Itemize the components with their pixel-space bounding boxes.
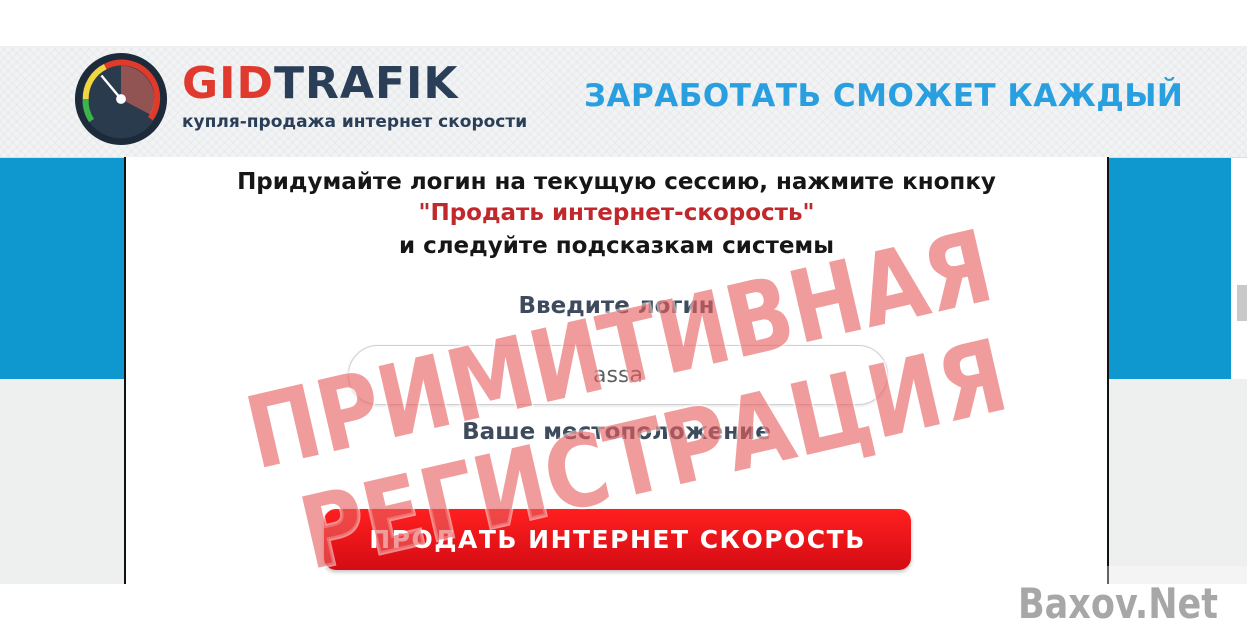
location-label: Ваше местоположение [462,419,771,445]
sell-speed-button[interactable]: ПРОДАТЬ ИНТЕРНЕТ СКОРОСТЬ [324,509,911,570]
right-blue-band [1109,157,1231,379]
registration-panel: Придумайте логин на текущую сессию, нажм… [124,157,1109,584]
instruction-line-1: Придумайте логин на текущую сессию, нажм… [237,169,996,195]
brand-subtitle: купля-продажа интернет скорости [182,112,528,132]
watermark-text: Baxov.Net [1018,579,1218,628]
site-header: GIDTRAFIK купля-продажа интернет скорост… [0,46,1247,158]
scrollbar-thumb[interactable] [1237,285,1247,321]
right-gray-band [1109,379,1247,584]
left-blue-band [0,157,124,379]
instruction-line-2: "Продать интернет-скорость" [418,200,815,226]
brand-name-gid: GID [182,58,275,109]
instruction-line-3: и следуйте подсказкам системы [398,233,835,259]
brand-name[interactable]: GIDTRAFIK [182,62,459,106]
header-tagline: ЗАРАБОТАТЬ СМОЖЕТ КАЖДЫЙ [584,78,1184,114]
speedometer-logo-icon [74,52,168,146]
login-input[interactable] [348,345,888,405]
login-label: Введите логин [518,293,715,319]
left-gray-band [0,379,124,584]
brand-name-trafik: TRAFIK [274,58,459,109]
